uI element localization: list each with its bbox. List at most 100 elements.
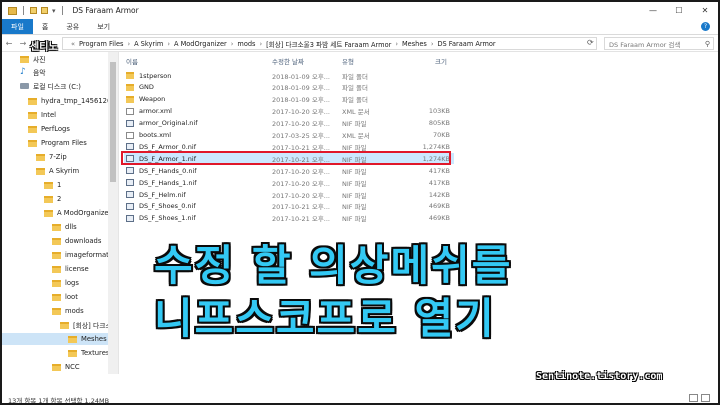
details-view-icon[interactable] xyxy=(689,394,698,402)
nav-item[interactable]: NCC xyxy=(2,361,108,373)
file-date: 2017-10-20 오후... xyxy=(272,191,330,200)
maximize-button[interactable]: ☐ xyxy=(666,2,692,19)
nav-item[interactable]: Textures xyxy=(2,347,110,359)
breadcrumb-item[interactable]: [회상] 다크소울3 파밤 세트 Faraam Armor xyxy=(266,39,391,49)
column-header-type[interactable]: 유형 xyxy=(342,55,354,67)
nav-item[interactable]: 7-Zip xyxy=(2,151,108,163)
tab-home[interactable]: 홈 xyxy=(33,19,57,34)
file-name: DS_F_Hands_0.nif xyxy=(139,166,197,175)
breadcrumb[interactable]: « Program Files › A Skyrim › A ModOrgani… xyxy=(62,37,597,50)
properties-icon[interactable] xyxy=(30,7,37,14)
file-type: 파일 폴더 xyxy=(342,96,368,105)
chevron-icon: « xyxy=(71,39,76,48)
back-arrow-icon[interactable]: ← xyxy=(2,39,16,48)
nav-item[interactable]: dlls xyxy=(2,221,108,233)
nav-item[interactable]: license xyxy=(2,263,108,275)
nav-item[interactable]: hydra_tmp_1456126012 xyxy=(2,95,118,107)
folder-icon xyxy=(36,153,45,161)
file-row[interactable]: DS_F_Helm.nif 2017-10-20 오후... NIF 파일 142KB xyxy=(124,189,454,200)
customize-toolbar-icon[interactable]: ▾ xyxy=(52,7,56,15)
file-type: NIF 파일 xyxy=(342,191,367,200)
breadcrumb-item[interactable]: A ModOrganizer xyxy=(174,40,227,48)
nav-item[interactable]: logs xyxy=(2,277,108,289)
nav-item[interactable]: Program Files xyxy=(2,137,108,149)
file-row[interactable]: DS_F_Hands_0.nif 2017-10-20 오후... NIF 파일 41… xyxy=(124,165,454,176)
file-row[interactable]: armor_Original.nif 2017-10-20 오후... NIF 파일… xyxy=(124,118,454,129)
status-text: 13개 항목 1개 항목 선택함 1.24MB xyxy=(8,397,110,405)
caption-line-2: 니프스코프로 열기 xyxy=(154,294,496,343)
file-name: armor.xml xyxy=(139,107,172,116)
column-header-size[interactable]: 크기 xyxy=(435,55,447,67)
nav-item[interactable]: PerfLogs xyxy=(2,123,108,135)
file-row[interactable]: GND 2018-01-09 오후... 파일 폴더 xyxy=(124,82,454,93)
file-date: 2017-10-20 오후... xyxy=(272,179,330,188)
close-button[interactable]: ✕ xyxy=(692,2,718,19)
tab-file[interactable]: 파일 xyxy=(2,19,33,34)
nav-item[interactable]: Meshes xyxy=(2,333,108,345)
file-type: NIF 파일 xyxy=(342,167,367,176)
chevron-icon: › xyxy=(259,39,263,48)
watermark-bottom: Sentinote.tistory.com xyxy=(536,371,663,382)
column-header-date[interactable]: 수정한 날짜 xyxy=(272,55,304,67)
explorer-window: ▾ DS Faraam Armor — ☐ ✕ 파일 홈 공유 보기 ? ← →… xyxy=(0,0,720,405)
file-name: DS_F_Helm.nif xyxy=(139,190,186,199)
nav-item[interactable]: 로컬 디스크 (C:) xyxy=(2,80,108,92)
forward-arrow-icon[interactable]: → xyxy=(16,39,30,48)
nav-item[interactable]: 2 xyxy=(2,193,108,205)
file-name: DS_F_Shoes_1.nif xyxy=(139,214,196,223)
file-size: 417KB xyxy=(428,178,450,187)
breadcrumb-item[interactable]: DS Faraam Armor xyxy=(437,40,495,48)
nav-item[interactable]: ♪ 음악 xyxy=(2,66,108,78)
large-icons-view-icon[interactable] xyxy=(701,394,710,402)
caption-line-1: 수정 할 의상메쉬를 xyxy=(154,241,513,290)
file-date: 2017-10-20 오후... xyxy=(272,120,330,129)
column-header-name[interactable]: 이름 xyxy=(126,55,138,67)
nav-item[interactable]: A Skyrim xyxy=(2,165,108,177)
folder-icon xyxy=(28,125,37,133)
nav-item[interactable]: downloads xyxy=(2,235,108,247)
breadcrumb-item[interactable]: A Skyrim xyxy=(134,40,163,48)
file-row[interactable]: boots.xml 2017-03-25 오후... XML 문서 70KB xyxy=(124,130,454,141)
tab-share[interactable]: 공유 xyxy=(57,19,88,34)
folder-icon xyxy=(52,307,61,315)
file-name: armor_Original.nif xyxy=(139,119,198,128)
breadcrumb-item[interactable]: Program Files xyxy=(79,40,123,48)
nav-item[interactable]: loot xyxy=(2,291,108,303)
file-name: boots.xml xyxy=(139,131,172,139)
xml-file-icon xyxy=(126,131,134,139)
breadcrumb-item[interactable]: Meshes xyxy=(402,40,427,48)
file-row[interactable]: DS_F_Shoes_1.nif 2017-10-21 오후... NIF 파일 46… xyxy=(124,213,454,224)
nav-item-label: Textures xyxy=(81,349,110,357)
file-row[interactable]: 1stperson 2018-01-09 오후... 파일 폴더 xyxy=(124,70,454,81)
folder-icon xyxy=(44,195,53,203)
help-icon[interactable]: ? xyxy=(701,22,710,31)
divider xyxy=(23,6,24,15)
minimize-button[interactable]: — xyxy=(640,2,666,19)
nav-item[interactable]: imageformats xyxy=(2,249,112,261)
nav-item-label: imageformats xyxy=(65,251,113,259)
search-input[interactable]: DS Faraam Armor 검색 ⚲ xyxy=(604,37,714,50)
new-folder-icon[interactable] xyxy=(41,7,48,14)
nav-item[interactable]: A ModOrganizer xyxy=(2,207,111,219)
content-scrollbar[interactable] xyxy=(708,52,718,374)
refresh-icon[interactable]: ⟳ xyxy=(587,38,594,47)
file-row[interactable]: DS_F_Hands_1.nif 2017-10-20 오후... NIF 파일 41… xyxy=(124,177,454,188)
nav-item[interactable]: 사진 xyxy=(2,53,108,65)
nav-item[interactable]: [회상] 다크소울3 xyxy=(2,319,118,331)
tab-view[interactable]: 보기 xyxy=(88,19,119,34)
file-row[interactable]: Weapon 2018-01-09 오후... 파일 폴더 xyxy=(124,94,454,105)
folder-icon xyxy=(28,97,37,105)
folder-icon xyxy=(28,139,37,147)
chevron-icon: › xyxy=(430,39,434,48)
breadcrumb-item[interactable]: mods xyxy=(237,40,255,48)
file-row[interactable]: DS_F_Shoes_0.nif 2017-10-21 오후... NIF 파일 46… xyxy=(124,201,454,212)
nav-item[interactable]: Intel xyxy=(2,109,108,121)
file-date: 2018-01-09 오후... xyxy=(272,84,330,93)
nav-item[interactable]: mods xyxy=(2,305,108,317)
scrollbar-thumb[interactable] xyxy=(110,62,116,182)
nav-scrollbar[interactable] xyxy=(108,52,118,374)
file-row[interactable]: armor.xml 2017-10-20 오후... XML 문서 103KB xyxy=(124,106,454,117)
nav-item[interactable]: 1 xyxy=(2,179,108,191)
folder-icon xyxy=(36,167,45,175)
file-date: 2017-10-21 오후... xyxy=(272,203,330,212)
